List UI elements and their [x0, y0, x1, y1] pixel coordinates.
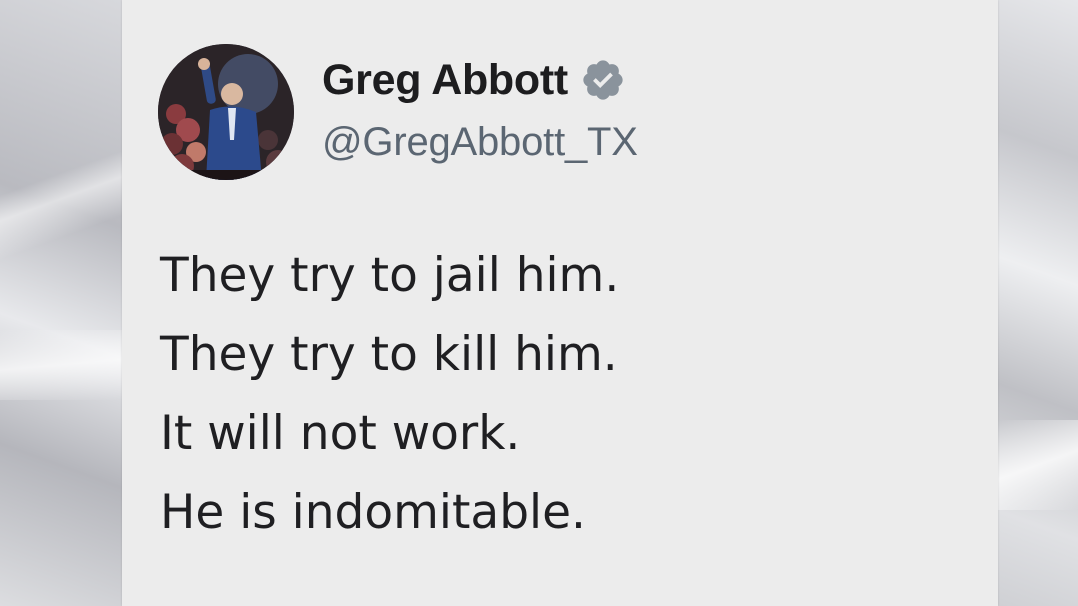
profile-photo-icon — [158, 44, 294, 180]
verified-badge-icon — [580, 57, 626, 103]
tweet-line: They try to kill him. — [160, 327, 618, 382]
author-name-row: Greg Abbott — [322, 52, 626, 108]
tweet-line: It will not work. — [160, 406, 521, 461]
background-left-panel — [0, 0, 122, 606]
author-display-name[interactable]: Greg Abbott — [322, 56, 568, 105]
tweet-card: Greg Abbott @GregAbbott_TX They try to j… — [122, 0, 998, 606]
background-right-panel — [998, 0, 1078, 606]
author-handle[interactable]: @GregAbbott_TX — [322, 120, 638, 165]
avatar[interactable] — [158, 44, 294, 180]
tweet-text: They try to jail him. They try to kill h… — [160, 236, 960, 552]
tweet-line: They try to jail him. — [160, 248, 620, 303]
tweet-line: He is indomitable. — [160, 485, 586, 540]
